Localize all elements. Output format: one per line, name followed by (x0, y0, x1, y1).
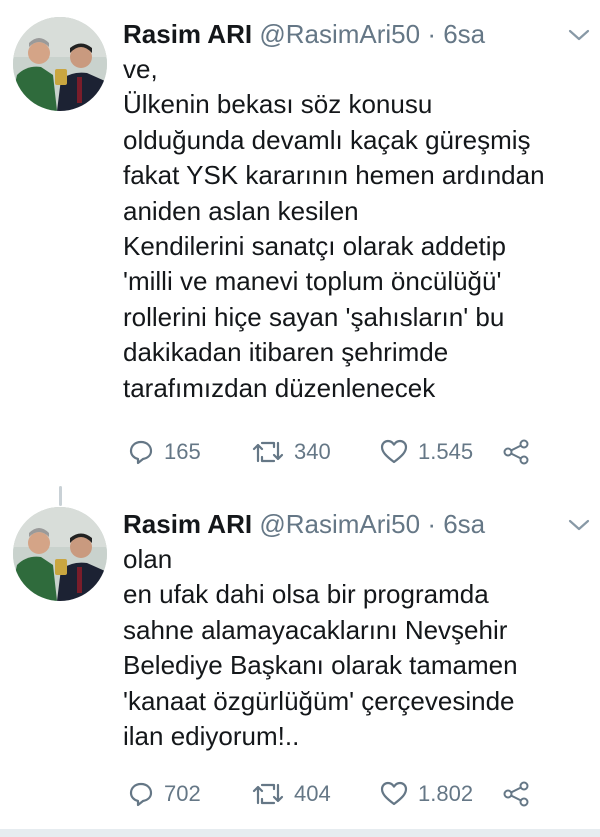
separator: · (427, 509, 436, 539)
share-button[interactable] (502, 776, 540, 812)
retweet-button[interactable]: 340 (252, 434, 331, 470)
like-button[interactable]: 1.802 (380, 776, 473, 812)
tweet-1[interactable]: Rasim ARI @RasimAri50 · 6sa ve, Ülkenin … (0, 0, 600, 480)
avatar[interactable] (13, 507, 107, 601)
author-name[interactable]: Rasim ARI (123, 509, 252, 539)
author-handle[interactable]: @RasimAri50 (259, 19, 420, 49)
timestamp[interactable]: 6sa (443, 509, 485, 539)
retweet-button[interactable]: 404 (252, 776, 331, 812)
reply-count: 165 (164, 439, 201, 464)
retweet-count: 404 (294, 781, 331, 806)
retweet-icon (252, 441, 284, 463)
tweet-header: Rasim ARI @RasimAri50 · 6sa (123, 507, 485, 541)
separator: · (427, 19, 436, 49)
like-count: 1.802 (418, 781, 474, 806)
tweet-text: olan en ufak dahi olsa bir programda sah… (123, 544, 518, 752)
share-icon (503, 439, 529, 465)
reply-icon (129, 440, 153, 465)
heart-icon (380, 781, 408, 806)
share-button[interactable] (502, 434, 540, 470)
heart-icon (380, 439, 408, 464)
like-count: 1.545 (418, 439, 474, 464)
tweet-2[interactable]: Rasim ARI @RasimAri50 · 6sa olan en ufak… (0, 490, 600, 829)
reply-icon (129, 782, 153, 807)
chevron-down-icon[interactable] (566, 25, 592, 45)
avatar[interactable] (13, 17, 107, 111)
author-name[interactable]: Rasim ARI (123, 19, 252, 49)
divider (0, 829, 600, 837)
retweet-icon (252, 783, 284, 805)
reply-button[interactable]: 702 (128, 776, 201, 812)
chevron-down-icon[interactable] (566, 515, 592, 535)
timestamp[interactable]: 6sa (443, 19, 485, 49)
tweet-actions: 165 340 1.545 (122, 434, 592, 470)
reply-button[interactable]: 165 (128, 434, 201, 470)
tweet-header: Rasim ARI @RasimAri50 · 6sa (123, 17, 485, 51)
author-handle[interactable]: @RasimAri50 (259, 509, 420, 539)
tweet-text: ve, Ülkenin bekası söz konusu olduğunda … (123, 54, 545, 403)
share-icon (503, 781, 529, 807)
retweet-count: 340 (294, 439, 331, 464)
reply-count: 702 (164, 781, 201, 806)
like-button[interactable]: 1.545 (380, 434, 473, 470)
tweet-actions: 702 404 1.802 (122, 776, 592, 812)
